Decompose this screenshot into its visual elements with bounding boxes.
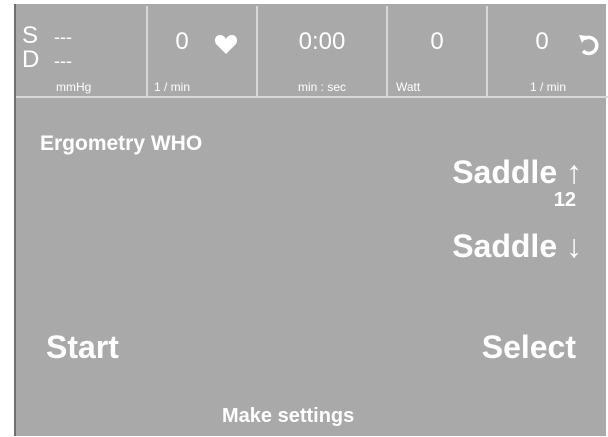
heart-icon <box>214 35 238 54</box>
saddle-up-button[interactable]: Saddle ↑ <box>452 154 582 191</box>
cadence-unit: 1 / min <box>529 80 566 94</box>
time-cell: 0:00 min : sec <box>258 6 388 96</box>
time-value: 0:00 <box>298 28 346 55</box>
cadence-cell: 0 1 / min <box>488 6 608 96</box>
systolic-value: --- <box>54 27 72 47</box>
diastolic-label: D <box>22 46 40 73</box>
ergometer-display: S --- D --- mmHg 0 1 / min 0:00 min : se… <box>14 4 608 436</box>
power-value: 0 <box>430 28 444 55</box>
systolic-label: S <box>22 22 39 49</box>
heart-rate-unit: 1 / min <box>154 80 191 94</box>
time-unit: min : sec <box>297 80 346 94</box>
start-button[interactable]: Start <box>46 329 119 366</box>
status-message: Make settings <box>222 405 355 427</box>
power-cell: 0 Watt <box>388 6 488 96</box>
program-title: Ergometry WHO <box>40 132 203 155</box>
saddle-down-button[interactable]: Saddle ↓ <box>452 228 582 265</box>
heart-rate-cell: 0 1 / min <box>148 6 258 96</box>
blood-pressure-cell: S --- D --- mmHg <box>16 6 148 96</box>
rotation-icon <box>579 35 599 56</box>
saddle-height-value: 12 <box>553 189 576 211</box>
blood-pressure-unit: mmHg <box>56 80 92 94</box>
select-button[interactable]: Select <box>482 329 576 366</box>
power-unit: Watt <box>396 80 421 94</box>
diastolic-value: --- <box>54 51 72 71</box>
status-bar: S --- D --- mmHg 0 1 / min 0:00 min : se… <box>16 6 608 98</box>
heart-rate-value: 0 <box>175 28 189 55</box>
